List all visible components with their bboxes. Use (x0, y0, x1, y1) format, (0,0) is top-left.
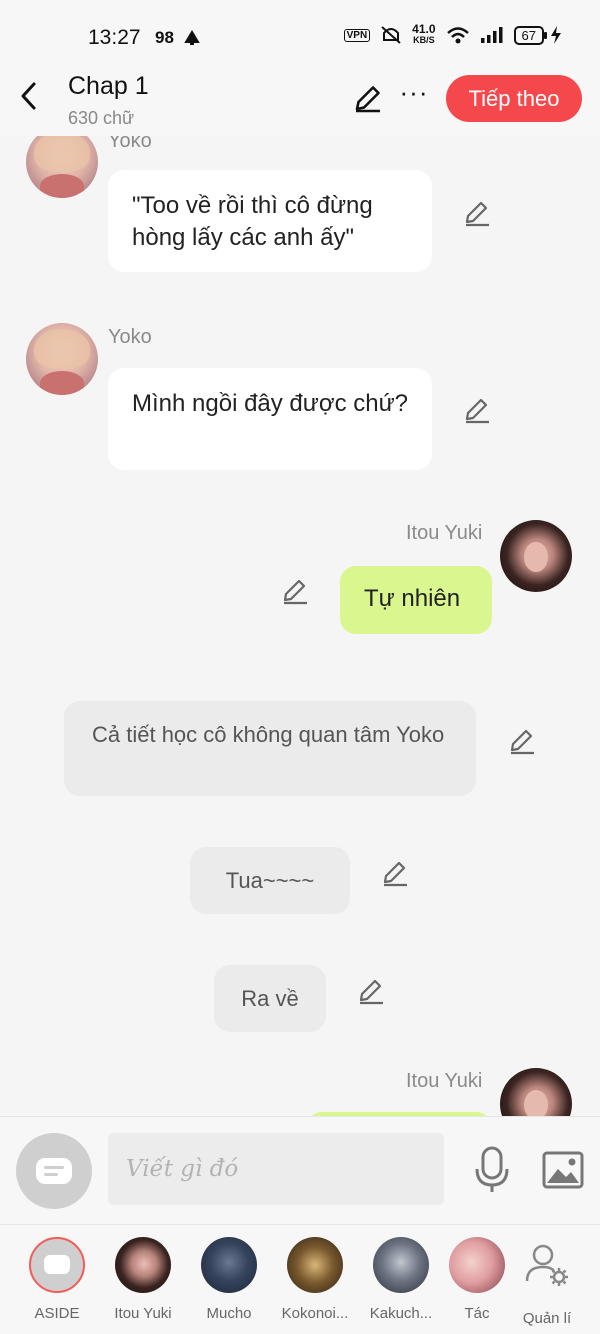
edit-message-icon[interactable] (280, 576, 310, 606)
next-chapter-button[interactable]: Tiếp theo (446, 75, 582, 122)
character-kokonoi[interactable]: Kokonoi... (270, 1237, 360, 1322)
avatar-itou-yuki[interactable] (500, 520, 572, 592)
avatar (115, 1237, 171, 1293)
aside-icon (29, 1237, 85, 1293)
page-title: Chap 1 (68, 72, 149, 100)
sender-name: Yoko (108, 136, 152, 152)
edit-message-icon[interactable] (380, 858, 410, 888)
character-label: Mucho (206, 1305, 252, 1322)
character-label: Itou Yuki (114, 1305, 172, 1322)
edit-message-icon[interactable] (507, 726, 537, 756)
message-bubble[interactable]: Mình ngồi đây được chứ? (108, 368, 432, 470)
character-aside[interactable]: ASIDE (12, 1237, 102, 1322)
avatar-yoko[interactable] (26, 323, 98, 395)
edit-message-icon[interactable] (462, 395, 492, 425)
image-icon[interactable] (542, 1151, 584, 1189)
user-settings-icon (525, 1244, 568, 1286)
notification-count: 98 (155, 28, 174, 47)
wifi-icon (446, 27, 469, 44)
word-count: 630 chữ (68, 108, 135, 128)
aside-bubble[interactable]: Cả tiết học cô không quan tâm Yoko (64, 701, 476, 796)
network-speed: 41.0 KB/S (412, 22, 436, 45)
edit-message-icon[interactable] (462, 198, 492, 228)
sender-name: Yoko (108, 326, 152, 348)
microphone-icon[interactable] (472, 1145, 512, 1195)
battery-icon: 67 (513, 25, 548, 45)
aside-bubble[interactable]: Ra về (214, 965, 326, 1032)
vpn-icon: VPN (343, 28, 371, 42)
mute-icon (381, 26, 401, 44)
more-options-icon[interactable]: ··· (398, 79, 430, 114)
character-label: ASIDE (34, 1305, 80, 1322)
signal-icon (480, 27, 503, 43)
chat-area[interactable]: Yoko "Too về rồi thì cô đừng hòng lấy cá… (0, 136, 600, 1116)
avatar-yoko[interactable] (26, 136, 98, 198)
manage-characters-button[interactable]: Quản lí (502, 1237, 592, 1327)
status-time: 13:27 (88, 26, 141, 49)
avatar (373, 1237, 429, 1293)
notification-icon (184, 30, 200, 45)
character-mucho[interactable]: Mucho (184, 1237, 274, 1322)
sender-name: Itou Yuki (406, 522, 483, 544)
character-label: Quản lí (522, 1310, 572, 1327)
chapter-header: Chap 1 630 chữ ··· Tiếp theo (0, 70, 600, 136)
avatar (287, 1237, 343, 1293)
back-button[interactable] (14, 80, 46, 112)
status-bar: 13:27 98 VPN 41.0 KB/S 67 (0, 0, 600, 70)
aside-bubble[interactable]: Tua~~~~ (190, 847, 350, 914)
status-icons: VPN 41.0 KB/S 67 (343, 22, 562, 46)
character-itou-yuki[interactable]: Itou Yuki (98, 1237, 188, 1322)
message-input[interactable] (108, 1133, 444, 1205)
edit-message-icon[interactable] (356, 976, 386, 1006)
charging-icon (551, 26, 561, 44)
message-composer (0, 1116, 600, 1225)
aside-toggle-button[interactable] (16, 1133, 92, 1209)
message-bubble[interactable]: Tự nhiên (340, 566, 492, 634)
avatar (449, 1237, 505, 1293)
edit-icon[interactable] (352, 82, 384, 114)
avatar-itou-yuki[interactable] (500, 1068, 572, 1116)
character-bar: ASIDE Itou Yuki Mucho Kokonoi... Kakuch.… (0, 1224, 600, 1334)
chat-bubble-icon (36, 1158, 72, 1184)
character-label: Kokonoi... (281, 1305, 349, 1322)
message-bubble[interactable]: "Too về rồi thì cô đừng hòng lấy các anh… (108, 170, 432, 272)
sender-name: Itou Yuki (406, 1070, 483, 1092)
avatar (201, 1237, 257, 1293)
